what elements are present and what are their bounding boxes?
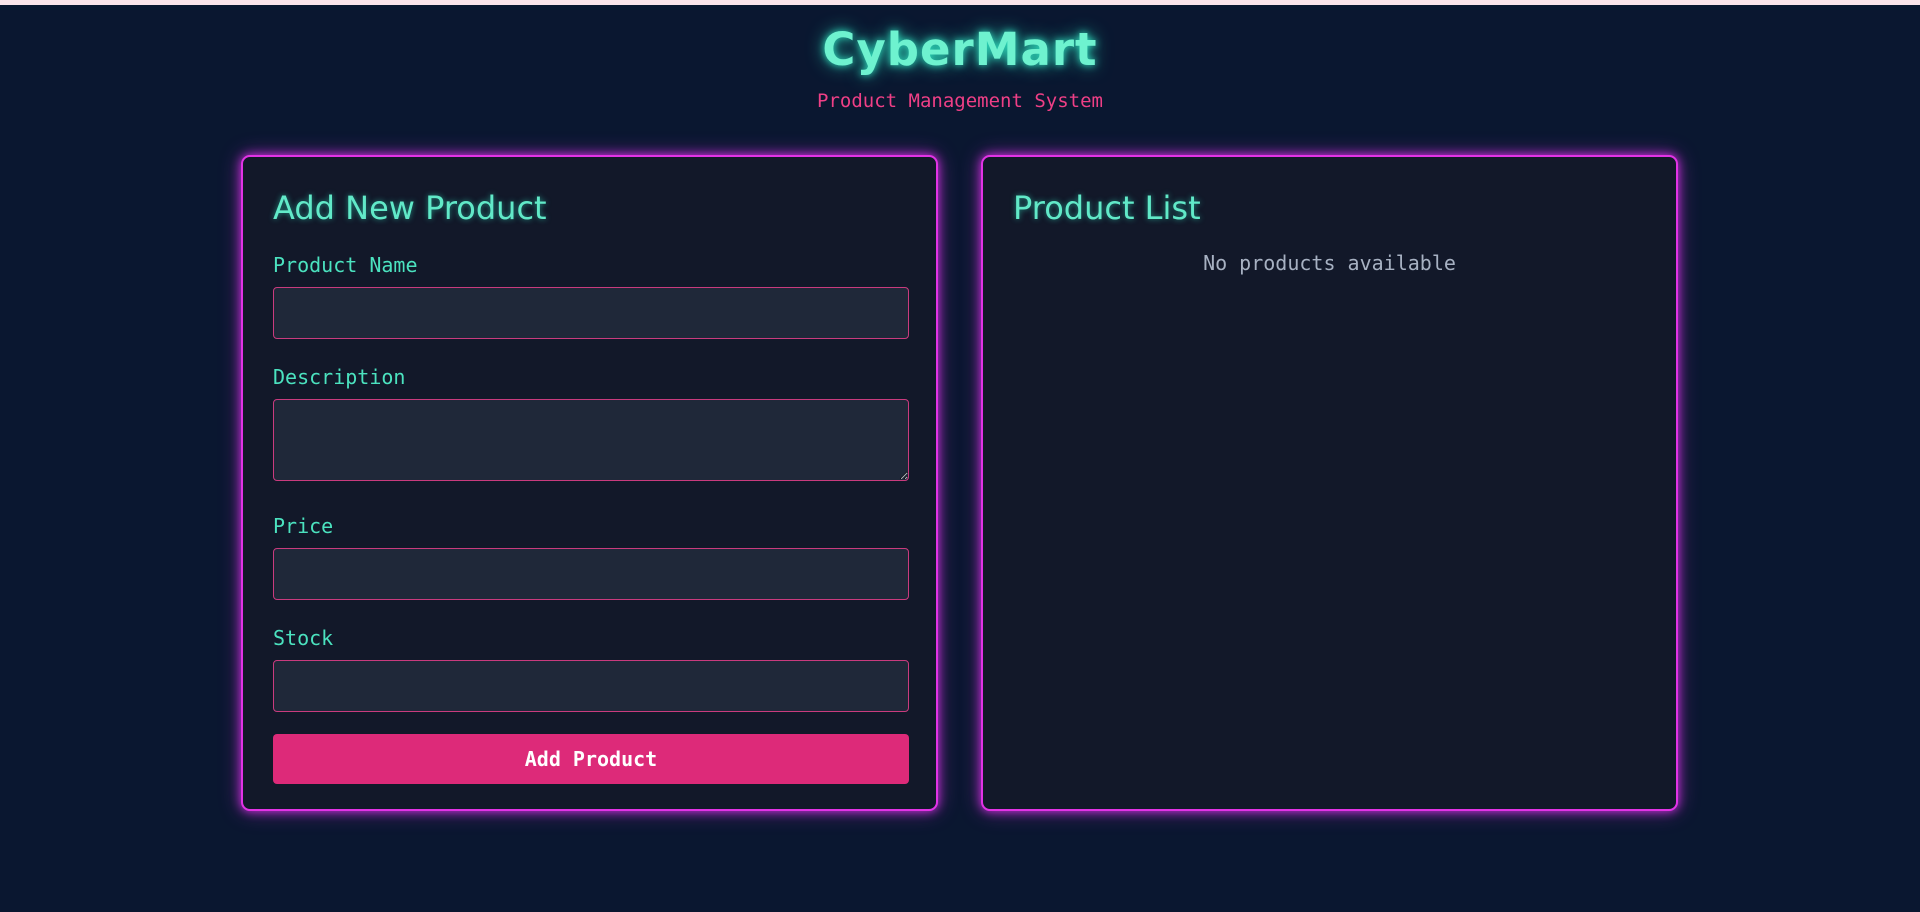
price-input[interactable]: [273, 548, 909, 600]
top-accent-strip: [0, 0, 1920, 5]
description-label: Description: [273, 365, 406, 389]
price-label: Price: [273, 514, 334, 538]
app-header: CyberMart Product Management System: [0, 22, 1920, 112]
product-name-label: Product Name: [273, 253, 418, 277]
empty-state-message: No products available: [1203, 251, 1456, 275]
add-product-title: Add New Product: [273, 189, 547, 227]
add-product-panel: Add New Product Product Name Description…: [241, 155, 938, 811]
product-list-title: Product List: [1013, 189, 1201, 227]
stock-input[interactable]: [273, 660, 909, 712]
add-product-button[interactable]: Add Product: [273, 734, 909, 784]
description-textarea[interactable]: [273, 399, 909, 481]
product-list-panel: Product List No products available: [981, 155, 1678, 811]
product-name-input[interactable]: [273, 287, 909, 339]
brand-title: CyberMart: [822, 23, 1098, 76]
stock-label: Stock: [273, 626, 334, 650]
brand-subtitle: Product Management System: [817, 90, 1103, 112]
